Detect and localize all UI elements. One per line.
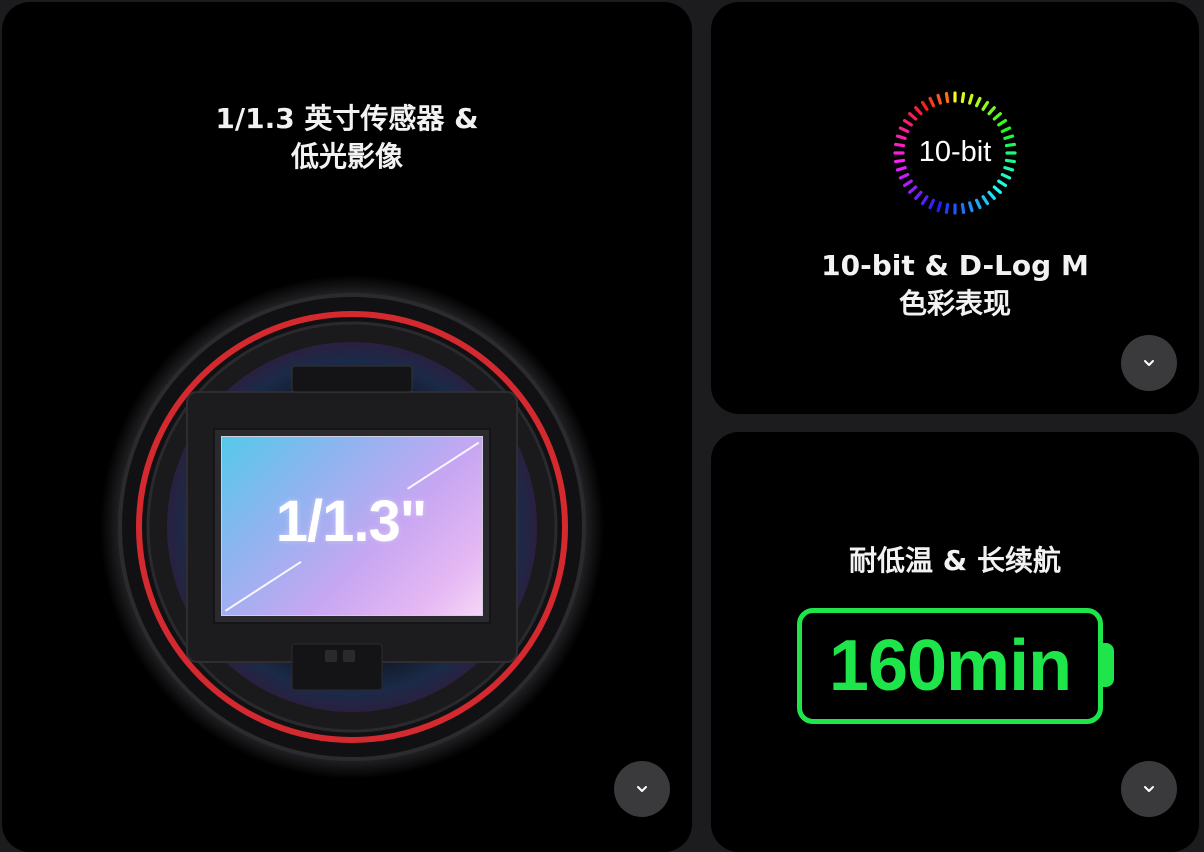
color-ring-segment (936, 93, 942, 105)
chevron-down-icon (1144, 786, 1154, 792)
color-ring-segment (920, 195, 929, 206)
sensor-size-label: 1/1.3" (275, 489, 428, 554)
color-ring-segment (898, 173, 910, 180)
color-title-line2: 色彩表现 (898, 287, 1011, 320)
color-ring-segment (992, 185, 1002, 194)
battery-feature-card[interactable]: 耐低温 & 长续航 160min (711, 432, 1199, 852)
sensor-title-line2: 低光影像 (290, 140, 403, 173)
battery-title-line1: 耐低温 & 长续航 (849, 544, 1061, 577)
color-ring-segment (997, 179, 1008, 188)
color-ring-segment (987, 190, 996, 200)
color-ring-segment (968, 93, 974, 105)
battery-card-title: 耐低温 & 长续航 (711, 542, 1199, 580)
color-ring-segment (968, 201, 974, 213)
color-card-title: 10-bit & D-Log M 色彩表现 (711, 247, 1199, 323)
color-ring-segment (898, 126, 910, 133)
color-ring-segment (960, 92, 966, 104)
color-ring-segment (928, 198, 935, 210)
color-ring-segment (920, 100, 929, 111)
color-ring-segment (936, 201, 942, 213)
sensor-card-title: 1/1.3 英寸传感器 & 低光影像 (2, 100, 692, 176)
battery-expand-button[interactable] (1121, 761, 1177, 817)
color-ring-segment (902, 118, 913, 127)
color-ring-segment (908, 112, 918, 121)
chevron-down-icon (1144, 360, 1154, 366)
color-title-line1: 10-bit & D-Log M (821, 249, 1089, 282)
sensor-title-line1: 1/1.3 英寸传感器 & (215, 102, 479, 135)
color-ring-segment (908, 185, 918, 194)
battery-duration-label: 160min (828, 626, 1072, 706)
color-ring-segment (975, 198, 982, 210)
sensor-expand-button[interactable] (614, 761, 670, 817)
color-ring-segment (944, 92, 950, 104)
color-ring-segment (902, 179, 913, 188)
color-ring-segment (914, 190, 923, 200)
color-ring-segment (975, 96, 982, 108)
color-ring-segment (1000, 126, 1012, 133)
color-ring-segment (981, 100, 990, 111)
color-ring-segment (992, 112, 1002, 121)
color-ring-segment (981, 195, 990, 206)
color-feature-card[interactable]: 10-bit 10-bit & D-Log M 色彩表现 (711, 2, 1199, 414)
chevron-down-icon (637, 786, 647, 792)
color-ring-segment (928, 96, 935, 108)
sensor-feature-card[interactable]: 1/1.3 英寸传感器 & 低光影像 1/1.3" (2, 2, 692, 852)
color-ring-segment (914, 106, 923, 116)
color-expand-button[interactable] (1121, 335, 1177, 391)
color-ring-segment (987, 106, 996, 116)
color-ring-segment (997, 118, 1008, 127)
color-ring-segment (960, 202, 966, 214)
color-ring-segment (1000, 173, 1012, 180)
bit-badge-text: 10-bit (918, 136, 992, 168)
color-ring-segment (944, 202, 950, 214)
